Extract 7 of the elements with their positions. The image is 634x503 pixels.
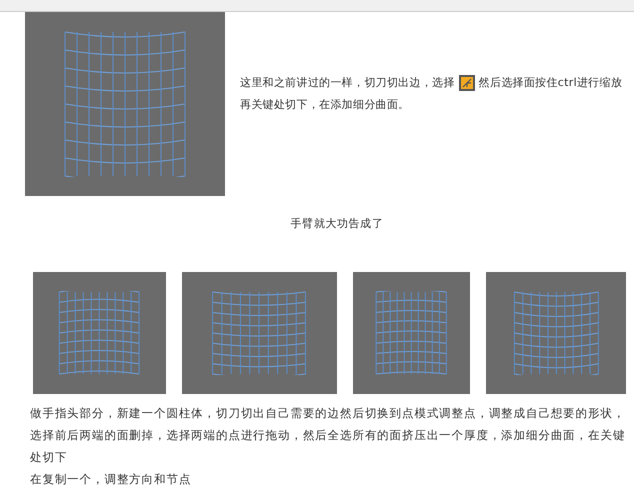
instruction-text: 然后选择面按住ctrl进行缩放 [478,75,622,91]
instruction-text: 再关键处切下，在添加细分曲面。 [240,97,410,113]
instruction-text: 这里和之前讲过的一样，切刀切出边，选择 [240,75,455,91]
instruction-text: 在复制一个，调整方向和节点 [30,470,192,488]
caption-text: 手臂就大功告成了 [290,216,384,232]
instruction-text: 做手指头部分，新建一个圆柱体，切刀切出自己需要的边然后切换到点模式调整点，调整成自己想要的形状，选择前后两端的面删掉，选择两端的点进行拖动，然后全选所有的面挤压出一个厚度，添加细分曲面，在关键处切下 [30,404,626,466]
tool-icon [458,75,475,91]
